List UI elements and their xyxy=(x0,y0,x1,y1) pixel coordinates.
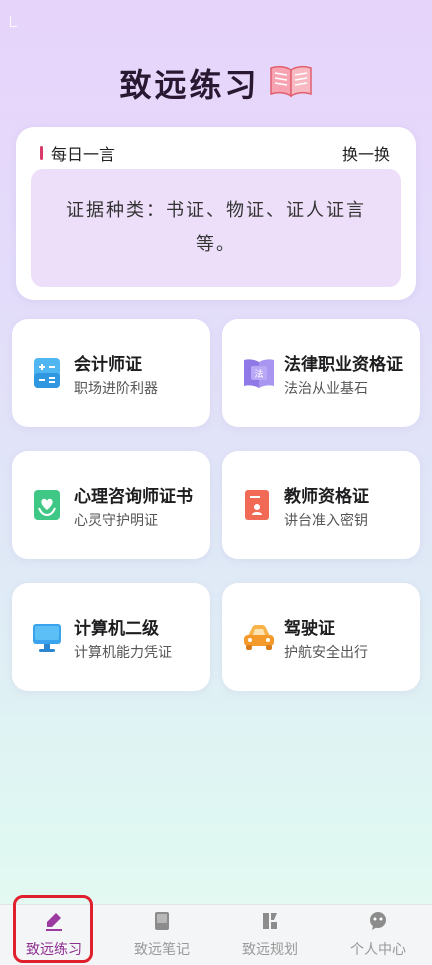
car-icon xyxy=(242,620,274,654)
cert-card-driver[interactable]: 驾驶证 护航安全出行 xyxy=(222,583,420,691)
cert-title: 法律职业资格证 xyxy=(284,355,403,375)
bottom-tab-bar: 致远练习 致远笔记 致远规划 个人中心 xyxy=(0,904,432,965)
cert-subtitle: 法治从业基石 xyxy=(284,381,368,397)
cert-card-computer[interactable]: 计算机二级 计算机能力凭证 xyxy=(12,583,210,691)
tab-practice[interactable]: 致远练习 xyxy=(0,905,108,965)
tab-label: 致远规划 xyxy=(242,942,298,958)
quote-box: 证据种类：书证、物证、证人证言等。 xyxy=(31,169,401,287)
cert-subtitle: 计算机能力凭证 xyxy=(74,645,172,661)
cert-title: 驾驶证 xyxy=(284,619,335,639)
heart-hands-icon xyxy=(32,488,62,522)
cert-title: 会计师证 xyxy=(74,355,142,375)
tab-notes[interactable]: 致远笔记 xyxy=(108,905,216,965)
computer-monitor-icon xyxy=(32,620,62,654)
person-chat-icon xyxy=(368,911,388,931)
svg-text:法: 法 xyxy=(254,368,263,380)
cert-subtitle: 讲台准入密钥 xyxy=(284,513,368,529)
quote-text: 证据种类：书证、物证、证人证言等。 xyxy=(66,200,366,255)
law-book-icon: 法 xyxy=(242,356,274,390)
notebook-icon xyxy=(152,911,172,931)
cert-card-law[interactable]: 法 法律职业资格证 法治从业基石 xyxy=(222,319,420,427)
pen-icon xyxy=(44,911,64,931)
quote-accent-bar xyxy=(40,146,43,160)
tab-label: 个人中心 xyxy=(350,942,406,958)
cert-title: 心理咨询师证书 xyxy=(74,487,193,507)
cert-subtitle: 心灵守护明证 xyxy=(74,513,158,529)
page-title-text: 致远练习 xyxy=(119,66,260,104)
cert-title: 教师资格证 xyxy=(284,487,369,507)
open-book-icon xyxy=(269,64,313,102)
plan-blocks-icon xyxy=(260,911,280,931)
tab-label: 致远笔记 xyxy=(134,942,190,958)
cert-card-teacher[interactable]: 教师资格证 讲台准入密钥 xyxy=(222,451,420,559)
calculator-icon xyxy=(32,356,62,390)
daily-quote-card: 每日一言 换一换 证据种类：书证、物证、证人证言等。 xyxy=(16,127,416,300)
cert-card-accounting[interactable]: 会计师证 职场进阶利器 xyxy=(12,319,210,427)
page-title: 致远练习 xyxy=(0,60,432,106)
quote-label: 每日一言 xyxy=(51,145,116,164)
teacher-certificate-icon xyxy=(242,488,272,522)
cert-card-psychology[interactable]: 心理咨询师证书 心灵守护明证 xyxy=(12,451,210,559)
refresh-quote-button[interactable]: 换一换 xyxy=(342,141,390,165)
quote-header: 每日一言 xyxy=(40,141,115,165)
cert-subtitle: 职场进阶利器 xyxy=(74,381,158,397)
cert-title: 计算机二级 xyxy=(74,619,159,639)
tab-planning[interactable]: 致远规划 xyxy=(216,905,324,965)
status-bar-mark xyxy=(10,16,17,27)
tab-profile[interactable]: 个人中心 xyxy=(324,905,432,965)
cert-subtitle: 护航安全出行 xyxy=(284,645,368,661)
tab-label: 致远练习 xyxy=(26,942,82,958)
